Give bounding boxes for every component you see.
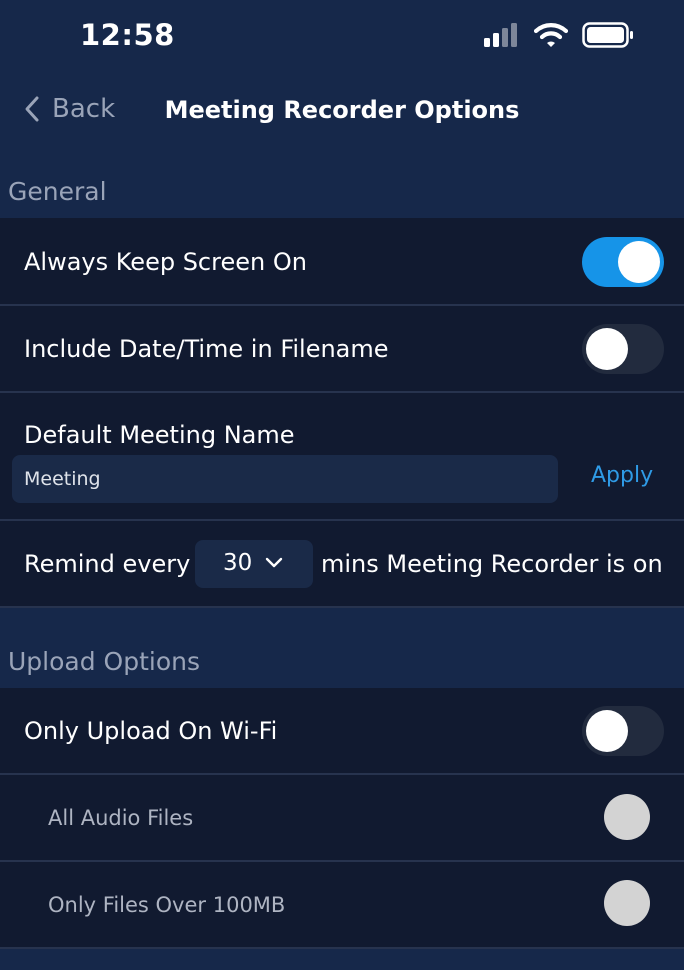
row-date-in-filename: Include Date/Time in Filename	[0, 306, 684, 393]
date-in-filename-label: Include Date/Time in Filename	[24, 335, 389, 363]
row-files-over-100mb: Only Files Over 100MB	[0, 862, 684, 949]
row-wifi-only: Only Upload On Wi-Fi	[0, 688, 684, 775]
page-title: Meeting Recorder Options	[164, 96, 520, 124]
row-default-meeting-name: Default Meeting Name Apply	[0, 393, 684, 521]
status-time: 12:58	[80, 18, 175, 52]
keep-screen-on-toggle[interactable]	[582, 237, 664, 287]
keep-screen-on-label: Always Keep Screen On	[24, 248, 307, 276]
cellular-signal-icon	[484, 23, 517, 47]
row-all-audio-files: All Audio Files	[0, 775, 684, 862]
section-header-upload: Upload Options	[0, 618, 684, 688]
wifi-only-toggle[interactable]	[582, 706, 664, 756]
date-in-filename-toggle[interactable]	[582, 324, 664, 374]
section-header-general-label: General	[8, 177, 107, 206]
battery-icon	[582, 22, 633, 48]
toggle-knob	[618, 241, 660, 283]
reminder-interval-dropdown[interactable]: 30	[195, 540, 313, 588]
toggle-knob	[586, 710, 628, 752]
default-meeting-name-label: Default Meeting Name	[24, 421, 295, 449]
wifi-only-label: Only Upload On Wi-Fi	[24, 717, 278, 745]
remind-suffix-label: mins Meeting Recorder is on	[321, 550, 663, 578]
files-over-100mb-label: Only Files Over 100MB	[48, 893, 286, 917]
reminder-interval-value: 30	[223, 550, 253, 576]
all-audio-files-label: All Audio Files	[48, 806, 194, 830]
status-bar: 12:58	[0, 0, 684, 76]
toggle-knob	[586, 328, 628, 370]
files-over-100mb-radio[interactable]	[604, 880, 650, 926]
row-reminder: Remind every 30 mins Meeting Recorder is…	[0, 521, 684, 608]
section-header-upload-label: Upload Options	[8, 647, 201, 676]
section-header-general: General	[0, 148, 684, 218]
status-icons	[484, 22, 634, 48]
wifi-icon	[534, 23, 568, 47]
navigation-bar: Back Meeting Recorder Options	[0, 76, 684, 146]
apply-button[interactable]: Apply	[591, 463, 653, 488]
chevron-down-icon	[265, 557, 283, 568]
remind-prefix-label: Remind every	[24, 550, 191, 578]
default-meeting-name-input[interactable]	[12, 455, 558, 503]
all-audio-files-radio[interactable]	[604, 794, 650, 840]
row-keep-screen-on: Always Keep Screen On	[0, 218, 684, 306]
